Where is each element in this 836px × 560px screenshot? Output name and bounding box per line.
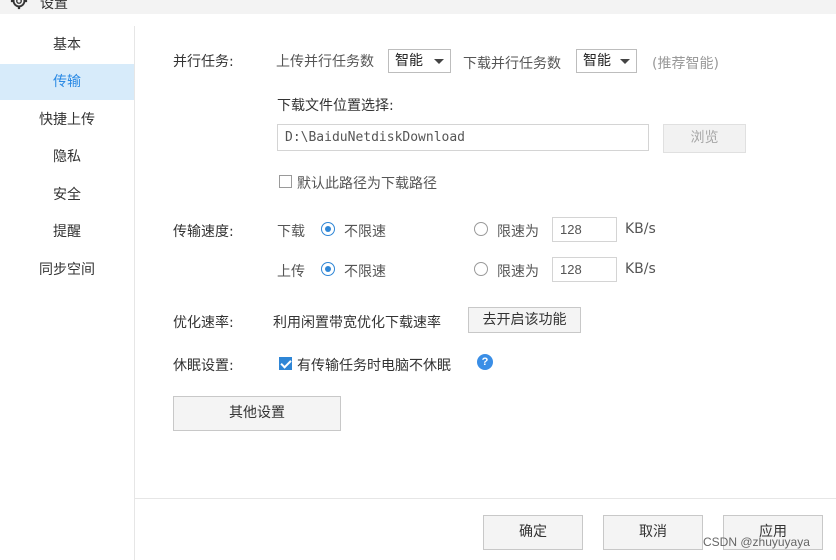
download-limit-label: 限速为: [497, 224, 539, 240]
upload-parallel-value: 智能: [395, 53, 423, 69]
sidebar-item-security[interactable]: 安全: [0, 177, 134, 213]
parallel-tasks-label: 并行任务:: [173, 54, 234, 70]
no-sleep-checkbox[interactable]: [279, 357, 292, 370]
download-path-input[interactable]: D:\BaiduNetdiskDownload: [277, 124, 649, 151]
download-limit-radio[interactable]: [474, 222, 488, 236]
download-speed-label: 下载: [277, 224, 305, 240]
optimize-rate-label: 优化速率:: [173, 315, 234, 331]
default-path-checkbox[interactable]: [279, 175, 292, 188]
chevron-down-icon: [620, 59, 630, 64]
upload-limit-radio[interactable]: [474, 262, 488, 276]
sidebar-item-quick-upload[interactable]: 快捷上传: [0, 102, 134, 138]
sidebar-item-basic[interactable]: 基本: [0, 27, 134, 63]
no-sleep-label: 有传输任务时电脑不休眠: [297, 358, 451, 374]
question-icon[interactable]: ?: [477, 354, 493, 370]
upload-unlimited-label: 不限速: [344, 264, 386, 280]
upload-limit-label: 限速为: [497, 264, 539, 280]
download-parallel-select[interactable]: 智能: [576, 49, 637, 73]
browse-button[interactable]: 浏览: [663, 124, 746, 153]
download-parallel-label: 下载并行任务数: [463, 56, 561, 72]
download-limit-unit: KB/s: [625, 221, 656, 237]
upload-limit-input[interactable]: 128: [552, 257, 617, 282]
sidebar-item-sync-space[interactable]: 同步空间: [0, 252, 134, 288]
download-unlimited-radio[interactable]: [321, 222, 335, 236]
upload-speed-label: 上传: [277, 264, 305, 280]
download-limit-input[interactable]: 128: [552, 217, 617, 242]
watermark-text: CSDN @zhuyuyaya: [703, 535, 810, 549]
settings-sidebar: 基本 传输 快捷上传 隐私 安全 提醒 同步空间: [0, 14, 134, 560]
upload-parallel-label: 上传并行任务数: [276, 54, 374, 70]
upload-limit-unit: KB/s: [625, 261, 656, 277]
enable-optimize-button[interactable]: 去开启该功能: [468, 307, 581, 333]
upload-unlimited-radio[interactable]: [321, 262, 335, 276]
transfer-speed-label: 传输速度:: [173, 224, 234, 240]
sleep-setting-label: 休眠设置:: [173, 358, 234, 374]
default-path-label: 默认此路径为下载路径: [297, 176, 437, 192]
download-location-label: 下载文件位置选择:: [277, 98, 394, 114]
sidebar-item-reminder[interactable]: 提醒: [0, 214, 134, 250]
download-parallel-value: 智能: [583, 53, 611, 69]
sidebar-item-privacy[interactable]: 隐私: [0, 139, 134, 175]
other-settings-button[interactable]: 其他设置: [173, 396, 341, 431]
footer-divider: [135, 498, 836, 499]
cancel-button[interactable]: 取消: [603, 515, 703, 550]
gear-icon: [10, 0, 28, 10]
chevron-down-icon: [434, 59, 444, 64]
ok-button[interactable]: 确定: [483, 515, 583, 550]
window-titlebar: 设置: [0, 0, 836, 14]
parallel-hint: (推荐智能): [652, 56, 719, 72]
window-title: 设置: [40, 0, 68, 12]
sidebar-item-transfer[interactable]: 传输: [0, 64, 134, 100]
download-unlimited-label: 不限速: [344, 224, 386, 240]
sidebar-divider: [134, 26, 135, 560]
optimize-rate-text: 利用闲置带宽优化下载速率: [273, 315, 441, 331]
upload-parallel-select[interactable]: 智能: [388, 49, 451, 73]
